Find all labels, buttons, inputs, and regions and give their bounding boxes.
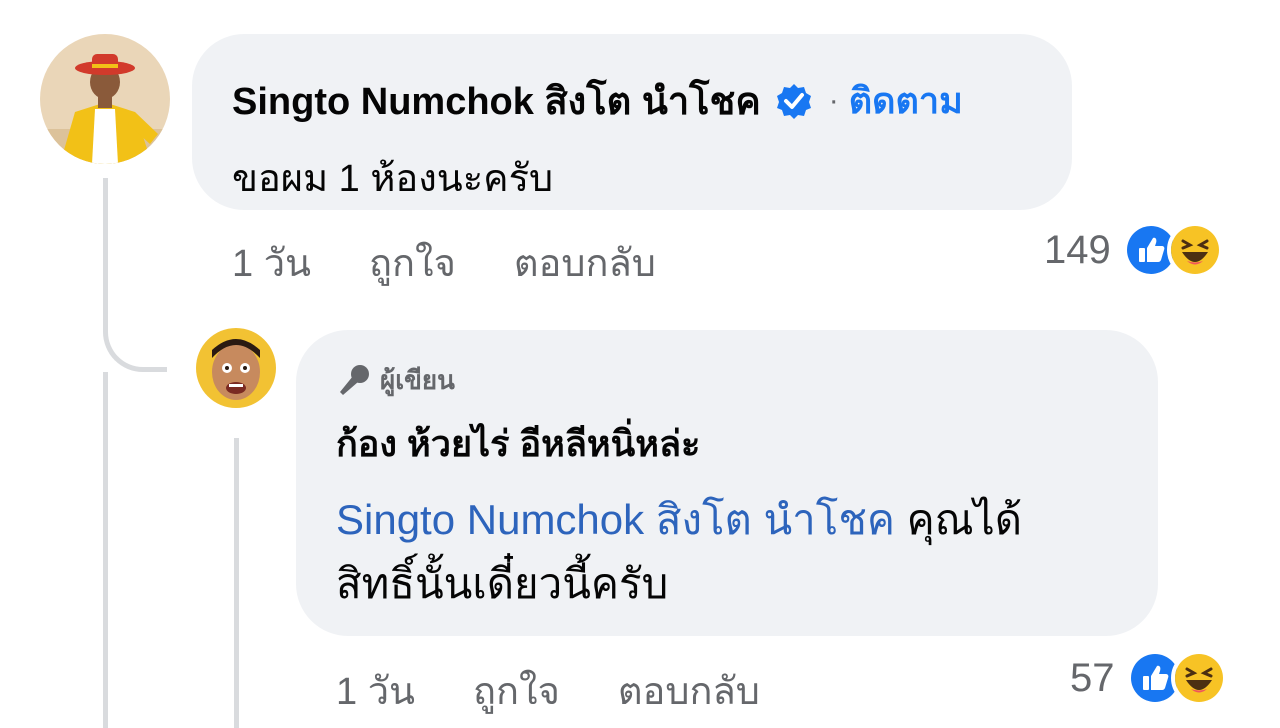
reply-button[interactable]: ตอบกลับ [514, 232, 656, 293]
author-badge: ผู้เขียน [336, 360, 1158, 401]
comment-thread: Singto Numchok สิงโต นำโชค · ติดตาม ขอผม… [0, 0, 1280, 728]
avatar[interactable] [40, 34, 170, 164]
comment-header: Singto Numchok สิงโต นำโชค · ติดตาม [232, 70, 1072, 131]
reply-text: Singto Numchok สิงโต นำโชค คุณได้ สิทธิ์… [336, 488, 1158, 616]
reply-timestamp[interactable]: 1 วัน [336, 660, 415, 721]
author-name[interactable]: ก้อง ห้วยไร่ อีหลีหนิ่หล่ะ [336, 415, 1158, 472]
reaction-count: 57 [1070, 655, 1115, 700]
comment-actions: 1 วัน ถูกใจ ตอบกลับ [232, 232, 714, 293]
comment-timestamp[interactable]: 1 วัน [232, 232, 311, 293]
reaction-count: 149 [1044, 227, 1111, 272]
reply-button[interactable]: ตอบกลับ [618, 660, 760, 721]
author-badge-label: ผู้เขียน [380, 365, 455, 395]
mention-link[interactable]: Singto Numchok สิงโต นำโชค [336, 496, 895, 543]
comment-text: ขอผม 1 ห้องนะครับ [232, 158, 554, 200]
author-name[interactable]: Singto Numchok สิงโต นำโชค [232, 70, 761, 131]
reply-thread-line [234, 438, 239, 728]
reply-bubble: ผู้เขียน ก้อง ห้วยไร่ อีหลีหนิ่หล่ะ Sing… [296, 330, 1158, 636]
haha-icon [1170, 650, 1227, 706]
thread-line [103, 178, 108, 328]
reaction-summary[interactable]: 57 [1070, 650, 1227, 706]
thread-line [103, 372, 108, 728]
microphone-icon [340, 364, 369, 395]
reaction-summary[interactable]: 149 [1044, 222, 1223, 278]
verified-badge-icon [775, 82, 813, 120]
thread-reply-connector [103, 308, 167, 372]
reply-actions: 1 วัน ถูกใจ ตอบกลับ [336, 660, 818, 721]
comment-bubble: Singto Numchok สิงโต นำโชค · ติดตาม ขอผม… [192, 34, 1072, 210]
separator-dot: · [828, 83, 839, 117]
reply-text-part: คุณได้ [894, 496, 1023, 543]
haha-icon [1166, 222, 1223, 278]
follow-button[interactable]: ติดตาม [849, 72, 963, 129]
avatar[interactable] [196, 328, 276, 408]
like-button[interactable]: ถูกใจ [473, 660, 560, 721]
like-button[interactable]: ถูกใจ [369, 232, 456, 293]
reply-text-line: สิทธิ์นั้นเดี๋ยวนี้ครับ [336, 560, 669, 607]
